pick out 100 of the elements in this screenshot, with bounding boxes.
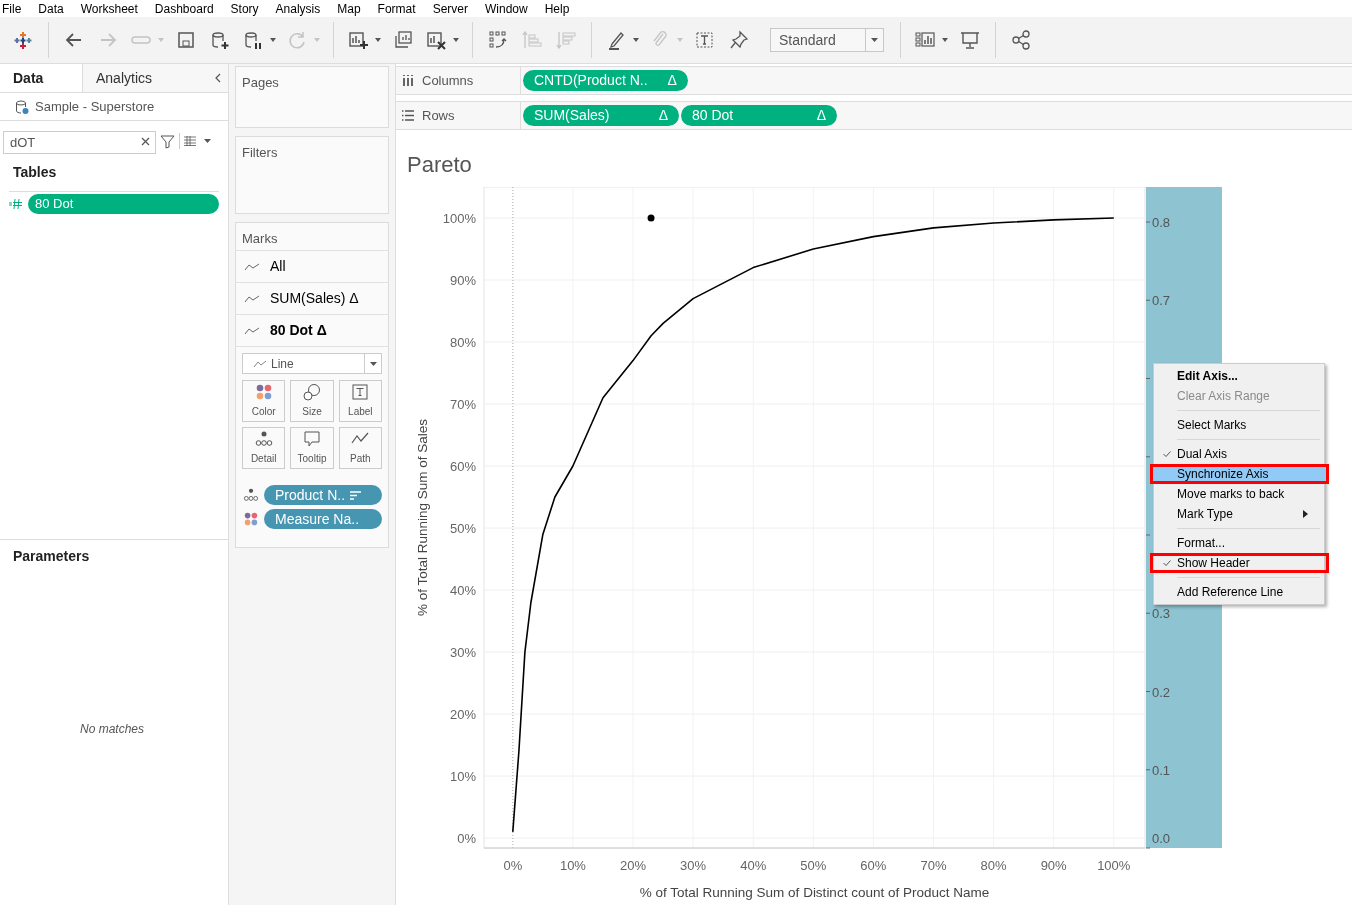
shelf-label: Rows	[422, 106, 455, 125]
menu-item[interactable]: Data	[38, 0, 64, 18]
menu-item[interactable]: Dual Axis	[1156, 444, 1322, 464]
menu-item[interactable]: Add Reference Line	[1156, 582, 1322, 602]
rows-icon	[402, 110, 414, 121]
axis-tick-label: 60%	[449, 459, 476, 475]
marks-layer[interactable]: All	[236, 251, 388, 283]
caret-icon[interactable]	[375, 38, 381, 42]
line-icon	[244, 294, 260, 303]
card-title: Filters	[241, 144, 279, 162]
axis-tick-label: 0.7	[1152, 293, 1171, 309]
menu-item[interactable]: Map	[337, 0, 361, 18]
axis-title: % of Total Running Sum of Distinct count of Product Name	[639, 885, 990, 900]
menu-item[interactable]: Select Marks	[1156, 415, 1322, 435]
section-heading: Tables	[12, 163, 58, 182]
axis-tick-label: 80%	[449, 335, 476, 350]
chart-plus-icon[interactable]	[347, 29, 369, 51]
cylinder-plus-icon[interactable]	[209, 29, 231, 51]
menu-item[interactable]: Server	[432, 0, 468, 18]
share-icon[interactable]	[1010, 29, 1032, 51]
sort-icon	[350, 490, 362, 500]
axis-tick-label: 80%	[980, 858, 1007, 873]
menu-item[interactable]: Mark Type	[1156, 504, 1322, 524]
database-icon	[15, 98, 29, 115]
axis-tick-label: 40%	[740, 858, 767, 873]
menu-item[interactable]: Dashboard	[154, 0, 214, 18]
presentation-icon[interactable]	[959, 29, 981, 51]
fit-dropdown[interactable]: Standard	[770, 28, 884, 52]
columns-icon	[402, 75, 414, 86]
caret-icon[interactable]	[270, 38, 276, 42]
line-icon	[253, 359, 267, 368]
stacked-charts-icon[interactable]	[392, 29, 414, 51]
marks-button[interactable]: Path	[338, 427, 382, 469]
menu-item[interactable]: Window	[484, 0, 528, 18]
data-source-name[interactable]: Sample - Superstore	[35, 96, 155, 117]
text-box-icon[interactable]	[694, 29, 716, 51]
chart-x-icon[interactable]	[425, 29, 447, 51]
list-view-icon[interactable]	[184, 136, 196, 146]
dots-icon	[243, 487, 259, 503]
filter-icon[interactable]	[160, 133, 175, 149]
axis-tick-label: 90%	[449, 273, 476, 288]
marks-layer[interactable]: SUM(Sales) Δ	[236, 283, 388, 315]
marks-button[interactable]: Label	[338, 380, 382, 422]
card-title: Marks	[236, 223, 388, 251]
axis-tick-label: 0.2	[1152, 684, 1171, 700]
axis-tick-label: 20%	[620, 858, 647, 873]
swap-icon[interactable]	[487, 29, 509, 51]
axis-tick-label: 0.0	[1152, 831, 1171, 846]
menu-item[interactable]: Edit Axis...	[1156, 366, 1322, 386]
collapse-icon[interactable]	[215, 73, 221, 83]
empty-message: No matches	[80, 721, 144, 738]
caret-icon[interactable]	[453, 38, 459, 42]
axis-title: % of Total Running Sum of Sales	[415, 418, 430, 617]
save-icon[interactable]	[175, 29, 197, 51]
marks-button[interactable]: Tooltip	[290, 427, 334, 469]
menu-item[interactable]: Move marks to back	[1156, 484, 1322, 504]
pin-icon[interactable]	[728, 29, 750, 51]
axis-tick-label: 60%	[860, 858, 887, 873]
chart-title: Pareto	[406, 151, 473, 179]
cylinder-pause-icon[interactable]	[242, 29, 264, 51]
marks-button[interactable]: Size	[290, 380, 334, 422]
menu-item[interactable]: Synchronize Axis	[1150, 464, 1329, 484]
menu-item[interactable]: Format...	[1156, 533, 1322, 553]
axis-tick-label: 70%	[920, 858, 947, 873]
menu-item[interactable]: Worksheet	[80, 0, 138, 18]
tab[interactable]: Analytics	[82, 64, 228, 92]
close-icon[interactable]	[141, 136, 150, 146]
data-point	[647, 214, 655, 222]
color-dots-icon	[243, 511, 259, 527]
axis-tick-label: 0%	[457, 831, 476, 847]
axis-tick-label: 30%	[680, 858, 707, 873]
axis-tick-label: 90%	[1040, 858, 1067, 873]
axis-tick-label: 10%	[449, 769, 476, 785]
dots-icon	[254, 430, 273, 448]
menu-item[interactable]: Format	[377, 0, 416, 18]
menu-item[interactable]: Analysis	[275, 0, 321, 18]
caret-icon[interactable]	[633, 38, 639, 42]
axis-tick-label: 0%	[503, 858, 523, 873]
caret-icon[interactable]	[942, 38, 948, 42]
menu-item[interactable]: File	[2, 0, 22, 18]
marks-button[interactable]: Detail	[242, 427, 286, 469]
caret-icon[interactable]	[204, 139, 211, 143]
caret-icon[interactable]	[369, 361, 377, 366]
measure-icon	[9, 199, 23, 209]
size-circles-icon	[303, 383, 321, 401]
caret-icon[interactable]	[871, 38, 878, 42]
text-box-icon	[351, 383, 370, 401]
line-icon	[244, 326, 260, 335]
search-field[interactable]: dOT	[3, 130, 156, 154]
mark-type-dropdown[interactable]: Line	[242, 353, 382, 374]
axis-tick-label: 40%	[449, 583, 476, 599]
section-heading: Parameters	[12, 547, 91, 566]
menu-item[interactable]: Help	[544, 0, 570, 18]
menu-item[interactable]: Story	[230, 0, 259, 18]
axis-tick-label: 0.3	[1152, 606, 1171, 622]
marks-layer[interactable]: 80 Dot Δ	[236, 315, 388, 347]
axis-tick-label: 30%	[449, 645, 476, 661]
menu-item[interactable]: Show Header	[1150, 553, 1329, 573]
marks-button[interactable]: Color	[242, 380, 286, 422]
color-dots-icon	[254, 383, 273, 401]
